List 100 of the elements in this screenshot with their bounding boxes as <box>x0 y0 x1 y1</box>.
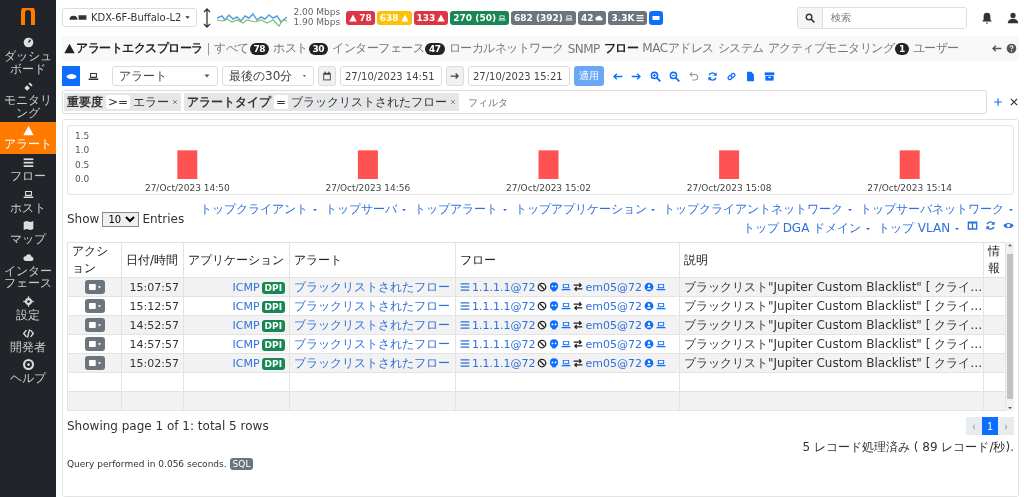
upload-rate: 2.00 Mbps <box>293 8 341 18</box>
server-link[interactable]: em05@72 <box>585 299 642 313</box>
status-badge[interactable]: 682 (392) <box>511 10 576 25</box>
status-badge[interactable]: 3.3K <box>608 10 648 25</box>
nav-tab[interactable]: ホスト 30 <box>273 40 329 57</box>
search-field[interactable]: 検索 <box>797 6 967 29</box>
next-page-button[interactable]: › <box>998 417 1014 435</box>
nav-tab[interactable]: すべて 78 <box>214 40 270 57</box>
page-size-select[interactable]: 10 <box>102 211 140 227</box>
client-link[interactable]: 1.1.1.1@72 <box>472 337 536 351</box>
dpi-tag: DPI <box>261 300 285 313</box>
alert-link[interactable]: ブラックリストされたフロー <box>294 298 450 313</box>
x-tick-label: 27/Oct/2023 15:14 <box>867 183 953 193</box>
period-select[interactable]: 最後の30分 <box>222 66 314 86</box>
filter-operator[interactable]: >= <box>106 95 131 109</box>
application-link[interactable]: ICMP <box>232 299 260 313</box>
alert-link[interactable]: ブラックリストされたフロー <box>294 336 450 351</box>
table-cell: 15:12:57 <box>121 296 184 316</box>
dropdown-menu-link[interactable]: トップクライアントネットワーク <box>663 201 854 218</box>
nav-tab[interactable]: ユーザー <box>912 40 959 57</box>
server-link[interactable]: em05@72 <box>585 337 642 351</box>
nav-tab[interactable]: ローカルネットワーク <box>448 40 564 57</box>
previous-page-button[interactable]: ‹ <box>966 417 982 435</box>
application-link[interactable]: ICMP <box>232 318 260 332</box>
nav-tab[interactable]: システム <box>717 40 764 57</box>
dropdown-menu-link[interactable]: トップクライアント <box>200 201 318 218</box>
y-tick-label: 0.5 <box>75 159 90 170</box>
dpi-tag: DPI <box>261 357 285 370</box>
table-cell: ブラックリスト"Jupiter Custom Blacklist" [ クライ… <box>679 334 984 354</box>
sidebar-item[interactable]: マップ <box>0 217 56 249</box>
sidebar-item[interactable]: モニタリング <box>0 78 56 123</box>
nav-tab[interactable]: SNMP <box>567 41 600 56</box>
status-badge[interactable]: 42 <box>577 10 607 25</box>
table-cell: 14:57:57 <box>121 334 184 354</box>
filter-field[interactable]: 重要度 >= エラー アラートタイプ = ブラックリストされたフロー フィルタ <box>62 90 987 114</box>
dropdown-menu-link[interactable]: トップ VLAN <box>878 220 960 237</box>
dpi-tag: DPI <box>261 319 285 332</box>
nav-tab[interactable]: フロー <box>603 40 639 57</box>
filter-value: エラー <box>133 93 170 111</box>
nav-tab[interactable]: アクティブモニタリング 1 <box>767 40 909 57</box>
column-header[interactable]: フロー <box>455 242 680 278</box>
page-button[interactable]: 1 <box>982 417 998 435</box>
interface-select[interactable]: KDX-6F-Buffalo-L2 <box>62 8 198 27</box>
filter-field-name: アラートタイプ <box>187 93 272 111</box>
nav-tab[interactable]: インターフェース 47 <box>332 40 445 57</box>
status-badge[interactable]: 78 <box>346 10 375 25</box>
y-tick-label: 0.0 <box>75 174 90 184</box>
x-tick-label: 27/Oct/2023 15:02 <box>506 183 591 193</box>
status-badge[interactable]: 270 (50) <box>450 10 509 25</box>
column-header[interactable]: 説明 <box>679 242 984 278</box>
table-summary: Showing page 1 of 1: total 5 rows <box>67 419 269 433</box>
dropdown-menu-link[interactable]: トップ DGA ドメイン <box>742 220 871 237</box>
column-header[interactable]: 情報 <box>983 242 1006 278</box>
alert-type-select[interactable]: アラート <box>112 66 218 86</box>
application-link[interactable]: ICMP <box>232 337 260 351</box>
client-link[interactable]: 1.1.1.1@72 <box>472 299 536 313</box>
dropdown-menu-link[interactable]: トップサーバネットワーク <box>860 201 1014 218</box>
y-tick-label: 1.0 <box>75 145 90 156</box>
sidebar-item[interactable]: ダッシュボード <box>0 34 56 79</box>
page-title: アラートエクスプローラ <box>64 40 203 57</box>
alert-link[interactable]: ブラックリストされたフロー <box>294 279 450 294</box>
server-link[interactable]: em05@72 <box>585 318 642 332</box>
start-date-field[interactable]: 27/10/2023 14:51 <box>340 66 442 86</box>
sidebar-item[interactable]: 設定 <box>0 292 56 325</box>
x-tick-label: 27/Oct/2023 14:56 <box>325 183 411 193</box>
download-rate: 1.90 Mbps <box>293 17 341 27</box>
dropdown-menu-link[interactable]: トップサーバ <box>324 201 407 218</box>
sidebar-item[interactable]: ホスト <box>0 185 56 218</box>
status-badge[interactable]: 133 <box>413 10 449 25</box>
separator: | <box>206 41 211 56</box>
sidebar-item[interactable]: インターフェース <box>0 248 56 293</box>
column-header[interactable]: アクション <box>67 242 122 278</box>
sidebar-item[interactable]: アラート <box>0 122 56 154</box>
filter-field-name: 重要度 <box>67 93 103 111</box>
nav-tab[interactable]: MACアドレス <box>642 40 714 57</box>
dropdown-menu-link[interactable]: トップアラート <box>413 201 508 218</box>
column-header[interactable]: アラート <box>289 242 456 278</box>
client-link[interactable]: 1.1.1.1@72 <box>472 280 536 294</box>
server-link[interactable]: em05@72 <box>585 356 642 370</box>
client-link[interactable]: 1.1.1.1@72 <box>472 318 536 332</box>
alert-link[interactable]: ブラックリストされたフロー <box>294 355 450 370</box>
sidebar-item[interactable]: 開発者 <box>0 324 56 357</box>
column-header[interactable]: アプリケーション <box>183 242 290 278</box>
records-stats: 5 レコード処理済み ( 89 レコード/秒). <box>801 439 1014 456</box>
sidebar-item[interactable]: フロー <box>0 153 56 186</box>
end-date-field[interactable]: 27/10/2023 15:21 <box>468 66 570 86</box>
filter-chip[interactable]: アラートタイプ = ブラックリストされたフロー <box>184 93 460 111</box>
sql-tag[interactable]: SQL <box>229 458 254 470</box>
sidebar-item[interactable]: ヘルプ <box>0 356 56 388</box>
x-tick-label: 27/Oct/2023 15:08 <box>686 183 772 193</box>
dropdown-menu-link[interactable]: トップアプリケーション <box>514 201 657 218</box>
server-link[interactable]: em05@72 <box>585 280 642 294</box>
filter-operator[interactable]: = <box>274 95 289 109</box>
client-link[interactable]: 1.1.1.1@72 <box>472 356 536 370</box>
x-tick-label: 27/Oct/2023 14:50 <box>144 183 230 193</box>
alert-link[interactable]: ブラックリストされたフロー <box>294 317 450 332</box>
application-link[interactable]: ICMP <box>232 356 260 370</box>
column-header[interactable]: 日付/時間 <box>121 242 184 278</box>
application-link[interactable]: ICMP <box>232 280 260 294</box>
filter-chip[interactable]: 重要度 >= エラー <box>64 93 182 111</box>
